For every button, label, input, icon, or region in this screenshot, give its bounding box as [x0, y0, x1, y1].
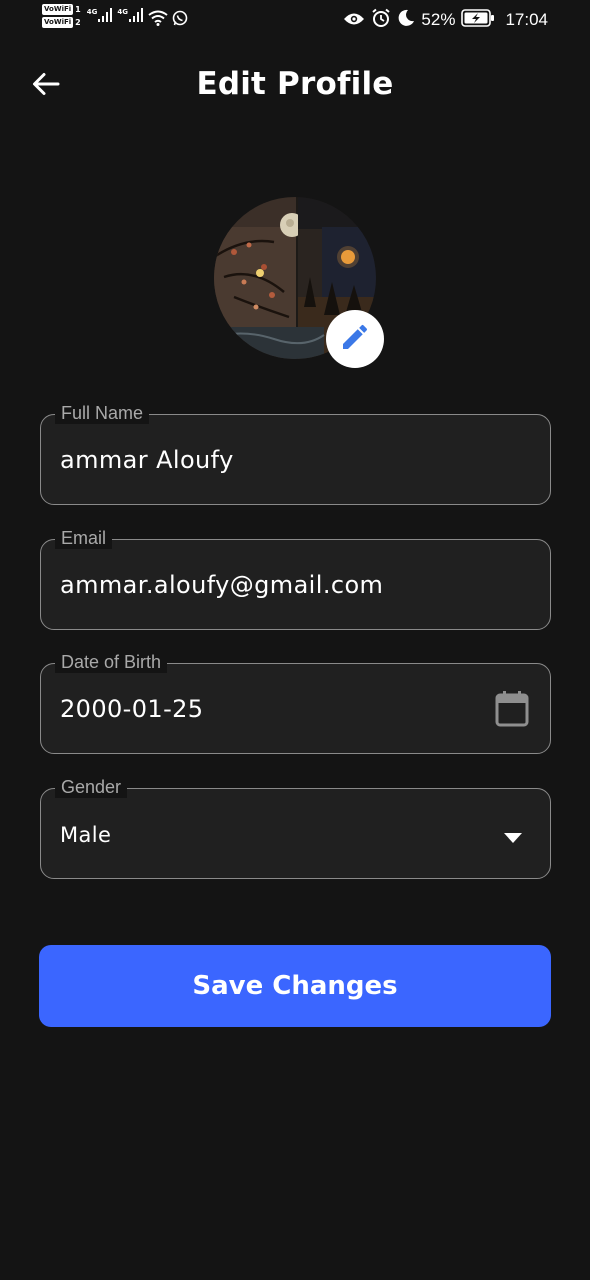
edit-avatar-button[interactable] — [326, 310, 384, 368]
signal-icon: 4G — [117, 8, 143, 22]
vowifi-badge-2: VoWiFi — [42, 17, 74, 28]
clock: 17:04 — [505, 10, 548, 29]
email-input[interactable]: ammar.aloufy@gmail.com — [60, 570, 480, 600]
page-title: Edit Profile — [196, 66, 394, 102]
alarm-icon — [371, 8, 391, 32]
app-bar: Edit Profile — [0, 56, 590, 116]
date-of-birth-label: Date of Birth — [55, 651, 168, 673]
gender-field[interactable]: Gender Male — [40, 776, 551, 879]
network-type-label: 4G — [86, 8, 98, 16]
eye-icon — [343, 11, 365, 30]
dropdown-arrow-icon[interactable] — [504, 828, 522, 843]
battery-charging-icon — [461, 9, 495, 31]
battery-percent: 52% — [421, 10, 456, 29]
vowifi-badge-1: VoWiFi — [42, 4, 74, 15]
full-name-input[interactable]: ammar Aloufy — [60, 445, 480, 475]
sim-1-number: 1 — [75, 5, 81, 14]
full-name-label: Full Name — [55, 402, 150, 424]
full-name-field[interactable]: Full Name ammar Aloufy — [40, 402, 551, 505]
whatsapp-icon — [172, 10, 188, 30]
pencil-icon — [339, 321, 371, 357]
moon-icon — [397, 9, 415, 31]
email-label: Email — [55, 527, 113, 549]
status-right-group: 52% 17:04 — [343, 8, 548, 32]
calendar-icon[interactable] — [494, 690, 530, 728]
vowifi-indicators: VoWiFi 1 VoWiFi 2 — [42, 4, 81, 28]
gender-label: Gender — [55, 776, 128, 798]
date-of-birth-input[interactable]: 2000-01-25 — [60, 694, 480, 724]
network-type-label: 4G — [117, 8, 128, 16]
save-changes-button[interactable]: Save Changes — [39, 945, 551, 1027]
signal-icon: 4G — [87, 8, 113, 22]
status-left-group: VoWiFi 1 VoWiFi 2 4G 4G — [42, 4, 192, 30]
email-field[interactable]: Email ammar.aloufy@gmail.com — [40, 527, 551, 630]
wifi-icon — [148, 10, 168, 30]
gender-select[interactable]: Male — [60, 820, 480, 850]
sim-2-number: 2 — [75, 18, 81, 27]
date-of-birth-field[interactable]: Date of Birth 2000-01-25 — [40, 651, 551, 754]
status-bar: VoWiFi 1 VoWiFi 2 4G 4G 52% 17:04 — [0, 0, 590, 40]
